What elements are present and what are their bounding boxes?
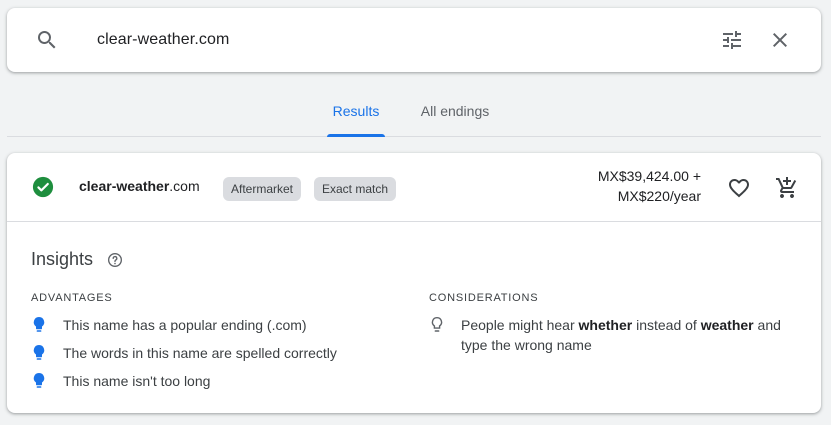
advantage-text: This name isn't too long xyxy=(63,373,211,389)
heart-outline-icon[interactable] xyxy=(727,176,751,200)
advantage-item: This name isn't too long xyxy=(31,371,411,391)
search-bar: clear-weather.com xyxy=(7,8,821,72)
advantage-text: This name has a popular ending (.com) xyxy=(63,317,307,333)
tab-all-endings[interactable]: All endings xyxy=(415,90,495,136)
add-shopping-cart-icon[interactable] xyxy=(775,176,799,200)
consideration-text: People might hear whether instead of wea… xyxy=(461,317,781,353)
advantage-text: The words in this name are spelled corre… xyxy=(63,345,337,361)
domain-result-header: clear-weather.com Aftermarket Exact matc… xyxy=(7,153,821,222)
lightbulb-outline-icon xyxy=(431,316,443,332)
advantage-item: The words in this name are spelled corre… xyxy=(31,343,411,363)
lightbulb-filled-icon xyxy=(33,345,45,360)
close-icon[interactable] xyxy=(768,28,792,52)
consideration-item: People might hear whether instead of wea… xyxy=(429,315,799,355)
price-purchase: MX$39,424.00 + xyxy=(597,168,701,184)
considerations-column: CONSIDERATIONS People might hear whether… xyxy=(429,291,799,363)
result-tabs: Results All endings xyxy=(7,90,821,137)
domain-result-card: clear-weather.com Aftermarket Exact matc… xyxy=(7,153,821,413)
search-icon[interactable] xyxy=(35,28,59,52)
exact-match-chip: Exact match xyxy=(314,177,397,201)
domain-tld: .com xyxy=(169,178,200,194)
domain-base: clear-weather xyxy=(79,178,170,194)
advantages-column: ADVANTAGES This name has a popular endin… xyxy=(31,291,411,399)
advantages-heading: ADVANTAGES xyxy=(31,292,113,304)
tune-icon[interactable] xyxy=(720,28,744,52)
considerations-heading: CONSIDERATIONS xyxy=(429,292,539,304)
price: MX$39,424.00 + MX$220/year xyxy=(598,166,701,206)
insights-title: Insights xyxy=(31,249,94,269)
lightbulb-filled-icon xyxy=(33,317,45,332)
price-renewal: MX$220/year xyxy=(617,188,701,204)
tab-results[interactable]: Results xyxy=(327,90,385,137)
domain-name: clear-weather.com xyxy=(79,177,200,195)
search-input[interactable]: clear-weather.com xyxy=(97,28,229,52)
help-circle-icon[interactable] xyxy=(107,252,123,268)
advantage-item: This name has a popular ending (.com) xyxy=(31,315,411,335)
check-circle-icon xyxy=(32,176,54,198)
lightbulb-filled-icon xyxy=(33,373,45,388)
aftermarket-chip: Aftermarket xyxy=(223,177,302,201)
